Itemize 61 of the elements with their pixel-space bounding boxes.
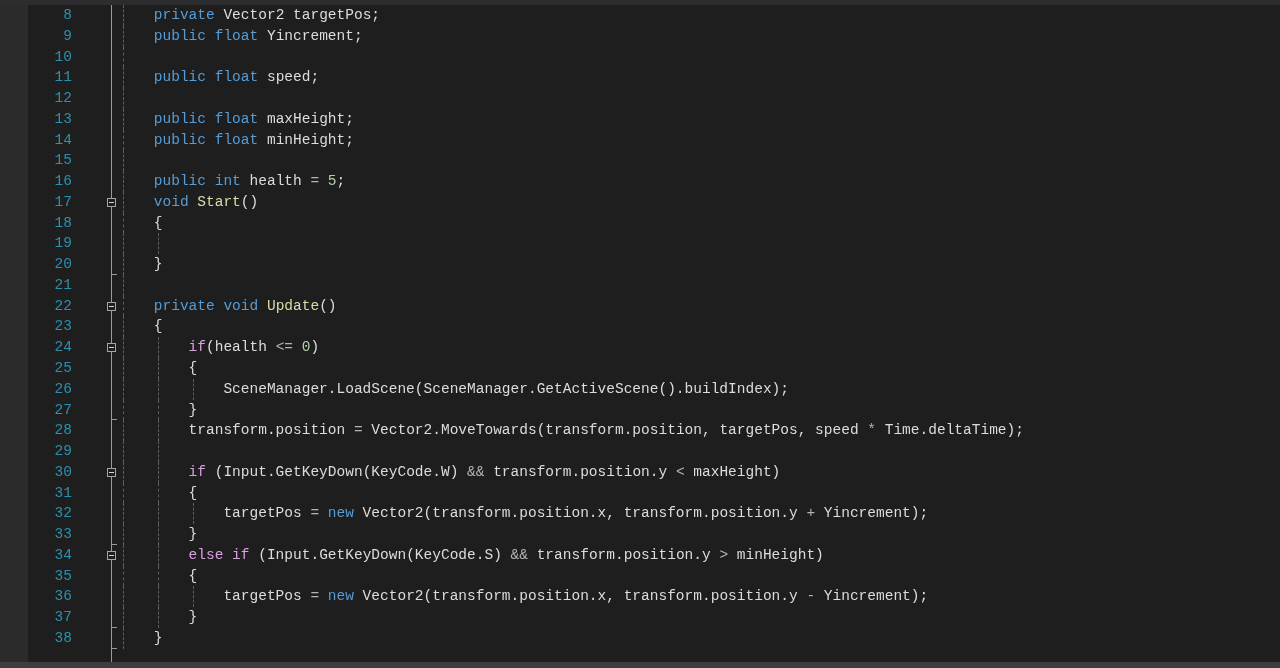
code-line: void Start() bbox=[153, 192, 259, 212]
code-line: if (Input.GetKeyDown(KeyCode.W) && transform.position.y < maxHeight) bbox=[188, 462, 781, 482]
line-number: 34 bbox=[54, 545, 72, 565]
line-number: 33 bbox=[54, 525, 72, 545]
line-number: 35 bbox=[54, 566, 72, 586]
code-line: { bbox=[188, 483, 198, 503]
line-number: 31 bbox=[54, 483, 72, 503]
line-number: 38 bbox=[54, 628, 72, 648]
code-line: targetPos = new Vector2(transform.position.x, transform.position.y + Yincrement); bbox=[223, 504, 929, 524]
code-line: SceneManager.LoadScene(SceneManager.GetActiveScene().buildIndex); bbox=[223, 379, 789, 399]
line-number: 11 bbox=[54, 68, 72, 88]
line-number: 13 bbox=[54, 109, 72, 129]
code-line: public float maxHeight; bbox=[153, 109, 354, 129]
code-line: public float speed; bbox=[153, 68, 320, 88]
code-line: private void Update() bbox=[153, 296, 337, 316]
line-number: 25 bbox=[54, 359, 72, 378]
code-line: transform.position = Vector2.MoveTowards(transform.position, targetPos, speed * Time.deltaTime); bbox=[188, 421, 1024, 441]
line-number: 36 bbox=[54, 587, 72, 607]
collapse-icon[interactable] bbox=[107, 550, 116, 560]
line-number: 32 bbox=[54, 504, 72, 524]
line-number: 19 bbox=[54, 234, 72, 254]
collapse-icon[interactable] bbox=[107, 467, 116, 477]
line-number: 20 bbox=[54, 255, 72, 275]
code-line: } bbox=[188, 400, 198, 420]
code-line: public float minHeight; bbox=[153, 130, 354, 150]
code-line: { bbox=[188, 359, 198, 378]
line-number: 10 bbox=[54, 47, 72, 67]
collapse-icon[interactable] bbox=[107, 197, 116, 207]
line-number: 9 bbox=[63, 26, 72, 46]
line-number: 14 bbox=[54, 130, 72, 150]
line-number: 12 bbox=[54, 89, 72, 109]
line-number: 28 bbox=[54, 421, 72, 441]
code-line: { bbox=[153, 213, 163, 233]
code-line: else if (Input.GetKeyDown(KeyCode.S) && transform.position.y > minHeight) bbox=[188, 545, 824, 565]
line-number: 23 bbox=[54, 317, 72, 337]
code-line: } bbox=[188, 525, 198, 545]
code-line: targetPos = new Vector2(transform.position.x, transform.position.y - Yincrement); bbox=[223, 587, 929, 607]
code-line: } bbox=[153, 628, 163, 648]
code-line: { bbox=[188, 566, 198, 586]
line-number: 21 bbox=[54, 275, 72, 295]
line-number: 8 bbox=[63, 6, 72, 25]
line-number: 22 bbox=[54, 296, 72, 316]
line-number: 15 bbox=[54, 151, 72, 171]
line-number: 29 bbox=[54, 442, 72, 462]
collapse-icon[interactable] bbox=[107, 301, 116, 311]
code-line: public float Yincrement; bbox=[153, 26, 363, 46]
line-number: 30 bbox=[54, 462, 72, 482]
line-number: 18 bbox=[54, 213, 72, 233]
code-line: { bbox=[153, 317, 163, 337]
code-line: } bbox=[153, 255, 163, 275]
code-line: if(health <= 0) bbox=[188, 338, 320, 358]
line-number: 27 bbox=[54, 400, 72, 420]
line-number: 24 bbox=[54, 338, 72, 358]
line-number: 37 bbox=[54, 608, 72, 628]
line-number: 26 bbox=[54, 379, 72, 399]
line-number: 16 bbox=[54, 172, 72, 192]
collapse-icon[interactable] bbox=[107, 343, 116, 353]
line-number: 17 bbox=[54, 192, 72, 212]
code-line: } bbox=[188, 608, 198, 628]
code-line: private Vector2 targetPos; bbox=[153, 6, 381, 25]
code-line: public int health = 5; bbox=[153, 172, 346, 192]
